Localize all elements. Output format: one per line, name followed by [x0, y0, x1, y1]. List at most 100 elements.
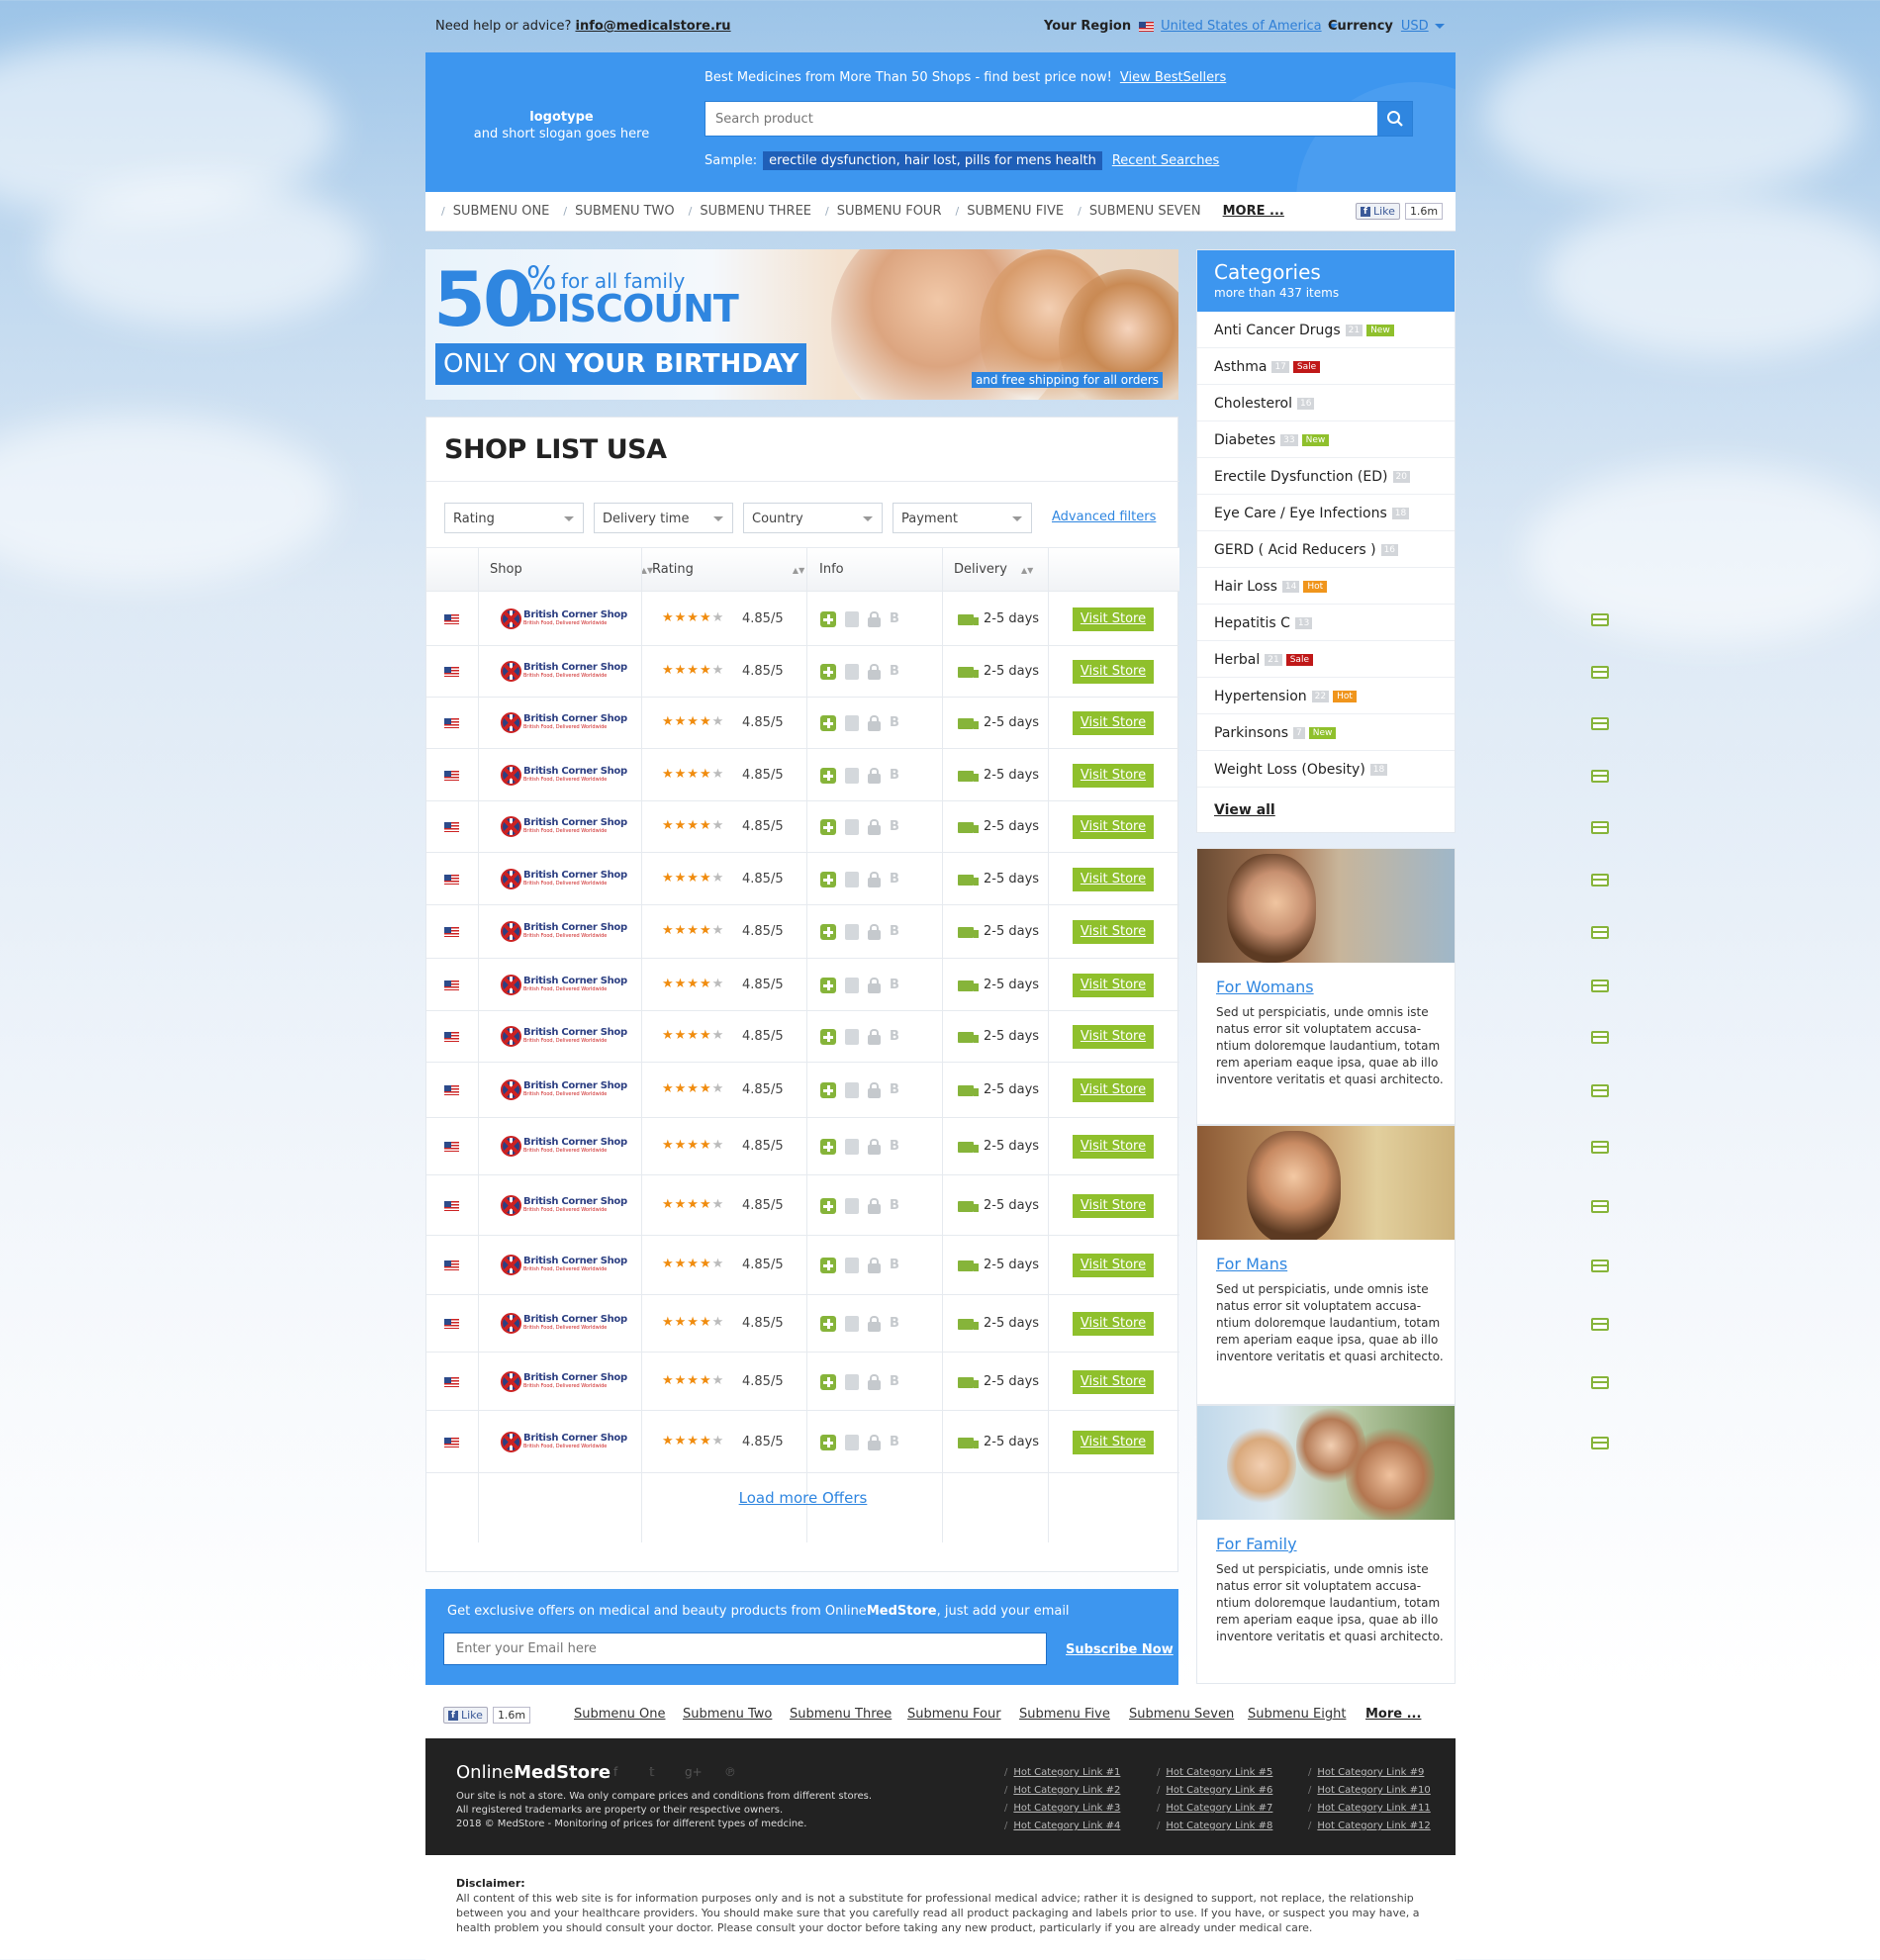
filter-rating[interactable]: Rating — [444, 503, 584, 533]
card-title[interactable]: For Womans — [1216, 978, 1314, 996]
visit-store-button[interactable]: Visit Store — [1073, 1135, 1154, 1159]
menu-item[interactable]: SUBMENU FIVE — [955, 204, 1064, 219]
category-item[interactable]: Hepatitis C 13 — [1197, 605, 1455, 641]
load-more-button[interactable]: Load more Offers — [426, 1489, 1179, 1507]
category-name[interactable]: Parkinsons — [1214, 725, 1288, 741]
category-item[interactable]: Weight Loss (Obesity) 18 — [1197, 751, 1455, 788]
shop-logo[interactable]: British Corner Shop British Food, Deliver… — [501, 1136, 627, 1157]
visit-store-button[interactable]: Visit Store — [1073, 1431, 1154, 1454]
visit-store-button[interactable]: Visit Store — [1073, 868, 1154, 891]
shop-logo[interactable]: British Corner Shop British Food, Deliver… — [501, 712, 627, 733]
category-item[interactable]: Parkinsons 7 New — [1197, 714, 1455, 751]
visit-store-button[interactable]: Visit Store — [1073, 1025, 1154, 1049]
filter-payment[interactable]: Payment — [893, 503, 1032, 533]
hot-category-link[interactable]: Hot Category Link #2 — [1004, 1782, 1120, 1800]
shop-logo[interactable]: British Corner Shop British Food, Deliver… — [501, 1313, 627, 1334]
promo-card-women[interactable]: For Womans Sed ut perspiciatis, unde omn… — [1196, 848, 1456, 1125]
visit-store-button[interactable]: Visit Store — [1073, 920, 1154, 944]
subscribe-button[interactable]: Subscribe Now — [1066, 1642, 1174, 1657]
footer-menu-item[interactable]: Submenu Eight — [1248, 1707, 1346, 1722]
currency-selector[interactable]: Currency USD — [1328, 19, 1445, 34]
visit-store-button[interactable]: Visit Store — [1073, 974, 1154, 997]
hot-category-link[interactable]: Hot Category Link #8 — [1157, 1818, 1272, 1835]
card-title[interactable]: For Mans — [1216, 1255, 1287, 1273]
shop-logo[interactable]: British Corner Shop British Food, Deliver… — [501, 1432, 627, 1452]
hot-category-link[interactable]: Hot Category Link #7 — [1157, 1800, 1272, 1818]
filter-delivery-time[interactable]: Delivery time — [594, 503, 733, 533]
shop-logo[interactable]: British Corner Shop British Food, Deliver… — [501, 921, 627, 942]
chevron-down-icon[interactable] — [1434, 24, 1445, 29]
visit-store-button[interactable]: Visit Store — [1073, 815, 1154, 839]
category-name[interactable]: Erectile Dysfunction (ED) — [1214, 469, 1388, 485]
category-name[interactable]: Cholesterol — [1214, 396, 1292, 412]
hot-category-link[interactable]: Hot Category Link #10 — [1308, 1782, 1430, 1800]
view-all-link[interactable]: View all — [1214, 802, 1275, 818]
visit-store-button[interactable]: Visit Store — [1073, 1254, 1154, 1277]
shop-logo[interactable]: British Corner Shop British Food, Deliver… — [501, 1255, 627, 1275]
facebook-like[interactable]: f Like 1.6m — [1356, 203, 1444, 220]
hot-category-link[interactable]: Hot Category Link #3 — [1004, 1800, 1120, 1818]
shop-logo[interactable]: British Corner Shop British Food, Deliver… — [501, 1026, 627, 1047]
category-item[interactable]: Erectile Dysfunction (ED) 20 — [1197, 458, 1455, 495]
menu-item[interactable]: SUBMENU ONE — [441, 204, 549, 219]
visit-store-button[interactable]: Visit Store — [1073, 1078, 1154, 1102]
category-item[interactable]: Cholesterol 16 — [1197, 385, 1455, 421]
search-input[interactable] — [705, 102, 1359, 136]
visit-store-button[interactable]: Visit Store — [1073, 1370, 1154, 1394]
hot-category-link[interactable]: Hot Category Link #11 — [1308, 1800, 1430, 1818]
discount-banner[interactable]: 50 % for all family DISCOUNT ONLY ON YOU… — [425, 249, 1178, 400]
footer-menu-item[interactable]: Submenu Seven — [1129, 1707, 1234, 1722]
footer-menu-more[interactable]: More ... — [1365, 1707, 1421, 1722]
view-bestsellers-link[interactable]: View BestSellers — [1120, 70, 1226, 85]
category-item[interactable]: GERD ( Acid Reducers ) 16 — [1197, 531, 1455, 568]
visit-store-button[interactable]: Visit Store — [1073, 1194, 1154, 1218]
column-shop[interactable]: Shop ▲▼ — [490, 562, 653, 577]
hot-category-link[interactable]: Hot Category Link #9 — [1308, 1764, 1431, 1782]
google-plus-icon[interactable]: g+ — [685, 1765, 703, 1779]
menu-item[interactable]: SUBMENU THREE — [689, 204, 811, 219]
visit-store-button[interactable]: Visit Store — [1073, 607, 1154, 631]
category-name[interactable]: Anti Cancer Drugs — [1214, 323, 1341, 338]
column-rating[interactable]: Rating ▲▼ — [652, 562, 804, 577]
visit-store-button[interactable]: Visit Store — [1073, 1312, 1154, 1336]
menu-item[interactable]: SUBMENU SEVEN — [1078, 204, 1201, 219]
sample-query[interactable]: erectile dysfunction, hair lost, pills f… — [763, 151, 1102, 170]
card-title[interactable]: For Family — [1216, 1535, 1297, 1553]
shop-logo[interactable]: British Corner Shop British Food, Deliver… — [501, 1371, 627, 1392]
pinterest-icon[interactable]: ℗ — [724, 1765, 736, 1779]
category-item[interactable]: Asthma 17 Sale — [1197, 348, 1455, 385]
email-input[interactable] — [443, 1633, 1047, 1665]
recent-searches-link[interactable]: Recent Searches — [1112, 153, 1220, 168]
region-value[interactable]: United States of America — [1161, 19, 1321, 34]
site-logo[interactable]: logotype and short slogan goes here — [425, 109, 698, 142]
sort-icon[interactable]: ▲▼ — [793, 566, 804, 575]
search-button[interactable] — [1376, 102, 1412, 136]
shop-logo[interactable]: British Corner Shop British Food, Deliver… — [501, 765, 627, 786]
category-name[interactable]: Eye Care / Eye Infections — [1214, 506, 1387, 521]
footer-menu-item[interactable]: Submenu Four — [907, 1707, 1001, 1722]
footer-menu-item[interactable]: Submenu Three — [790, 1707, 892, 1722]
shop-logo[interactable]: British Corner Shop British Food, Deliver… — [501, 1079, 627, 1100]
shop-logo[interactable]: British Corner Shop British Food, Deliver… — [501, 816, 627, 837]
hot-category-link[interactable]: Hot Category Link #1 — [1004, 1764, 1120, 1782]
menu-item[interactable]: SUBMENU FOUR — [825, 204, 941, 219]
visit-store-button[interactable]: Visit Store — [1073, 711, 1154, 735]
facebook-like-button[interactable]: f Like — [443, 1707, 488, 1724]
category-name[interactable]: Hair Loss — [1214, 579, 1277, 595]
region-selector[interactable]: Your Region United States of America — [1044, 19, 1338, 34]
category-name[interactable]: Diabetes — [1214, 432, 1275, 448]
hot-category-link[interactable]: Hot Category Link #5 — [1157, 1764, 1272, 1782]
category-name[interactable]: Hepatitis C — [1214, 615, 1290, 631]
facebook-like-button[interactable]: f Like — [1356, 203, 1400, 220]
promo-card-men[interactable]: For Mans Sed ut perspiciatis, unde omnis… — [1196, 1125, 1456, 1405]
filter-country[interactable]: Country — [743, 503, 883, 533]
twitter-icon[interactable]: 𝕥 — [649, 1765, 655, 1779]
hot-category-link[interactable]: Hot Category Link #12 — [1308, 1818, 1430, 1835]
shop-logo[interactable]: British Corner Shop British Food, Deliver… — [501, 1195, 627, 1216]
facebook-icon[interactable]: f — [613, 1765, 617, 1779]
footer-brand[interactable]: OnlineMedStore — [456, 1762, 611, 1783]
visit-store-button[interactable]: Visit Store — [1073, 764, 1154, 788]
category-item[interactable]: Hair Loss 14 Hot — [1197, 568, 1455, 605]
shop-logo[interactable]: British Corner Shop British Food, Deliver… — [501, 869, 627, 889]
hot-category-link[interactable]: Hot Category Link #6 — [1157, 1782, 1272, 1800]
